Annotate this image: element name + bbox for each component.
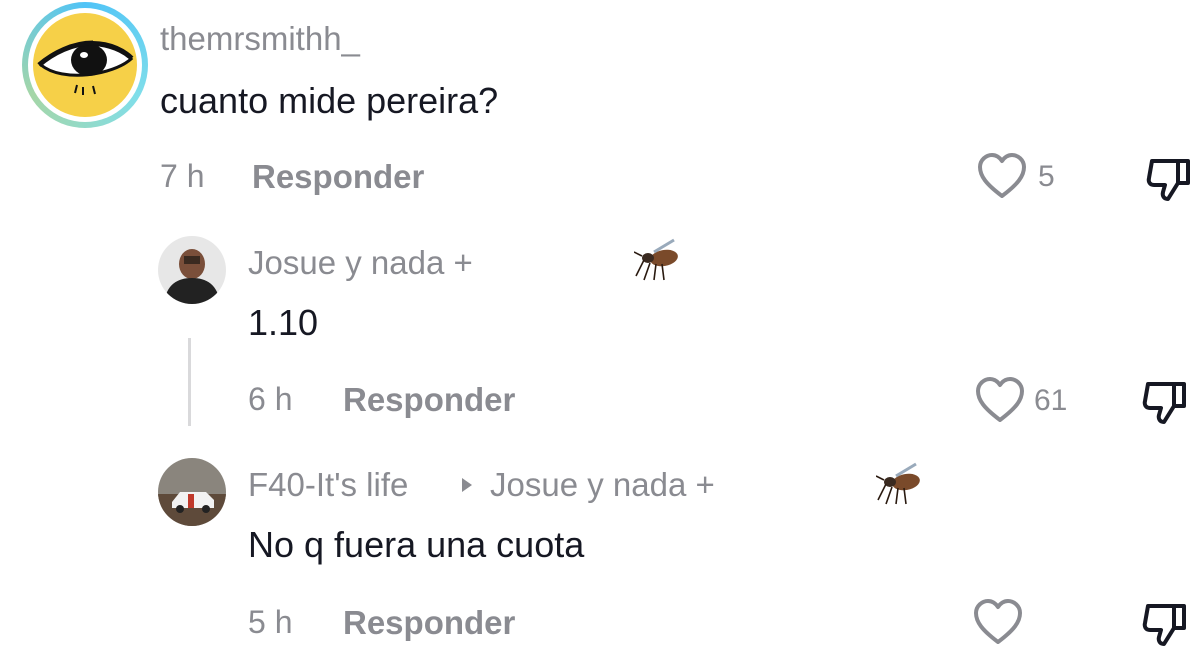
like-count: 61	[1034, 384, 1068, 417]
dislike-button[interactable]	[1144, 155, 1196, 208]
mosquito-icon	[633, 236, 684, 287]
eye-illustration-icon	[33, 13, 137, 117]
comment-text: 1.10	[248, 302, 319, 343]
reply-button[interactable]: Responder	[343, 604, 515, 642]
avatar[interactable]	[22, 2, 148, 128]
reply-to-username[interactable]: Josue y nada +	[490, 466, 715, 504]
comment-username[interactable]: Josue y nada +	[248, 244, 473, 282]
heart-outline-icon	[974, 599, 1022, 644]
dislike-button[interactable]	[1140, 600, 1192, 653]
mosquito-icon	[875, 460, 926, 511]
comment-username[interactable]: F40-It's life	[248, 466, 408, 504]
comment-text: cuanto mide pereira?	[160, 80, 499, 121]
avatar[interactable]	[158, 458, 226, 526]
comment-username[interactable]: themrsmithh_	[160, 20, 360, 58]
comment-text: No q fuera una cuota	[248, 524, 585, 565]
like-button[interactable]	[976, 152, 1028, 205]
thread-line	[188, 338, 191, 426]
thumbs-down-icon	[1146, 159, 1190, 201]
comment-timestamp: 6 h	[248, 381, 293, 417]
reply-button[interactable]: Responder	[343, 381, 515, 419]
dislike-button[interactable]	[1140, 378, 1192, 431]
heart-outline-icon	[978, 153, 1026, 198]
like-count: 5	[1038, 160, 1055, 193]
comment-timestamp: 5 h	[248, 604, 293, 640]
heart-outline-icon	[976, 377, 1024, 422]
thumbs-down-icon	[1142, 604, 1186, 646]
avatar[interactable]	[158, 236, 226, 304]
reply-button[interactable]: Responder	[252, 158, 424, 196]
like-button[interactable]	[972, 598, 1024, 651]
comment-timestamp: 7 h	[160, 158, 205, 194]
thumbs-down-icon	[1142, 382, 1186, 424]
reply-arrow-icon	[460, 476, 474, 499]
like-button[interactable]	[974, 376, 1026, 429]
